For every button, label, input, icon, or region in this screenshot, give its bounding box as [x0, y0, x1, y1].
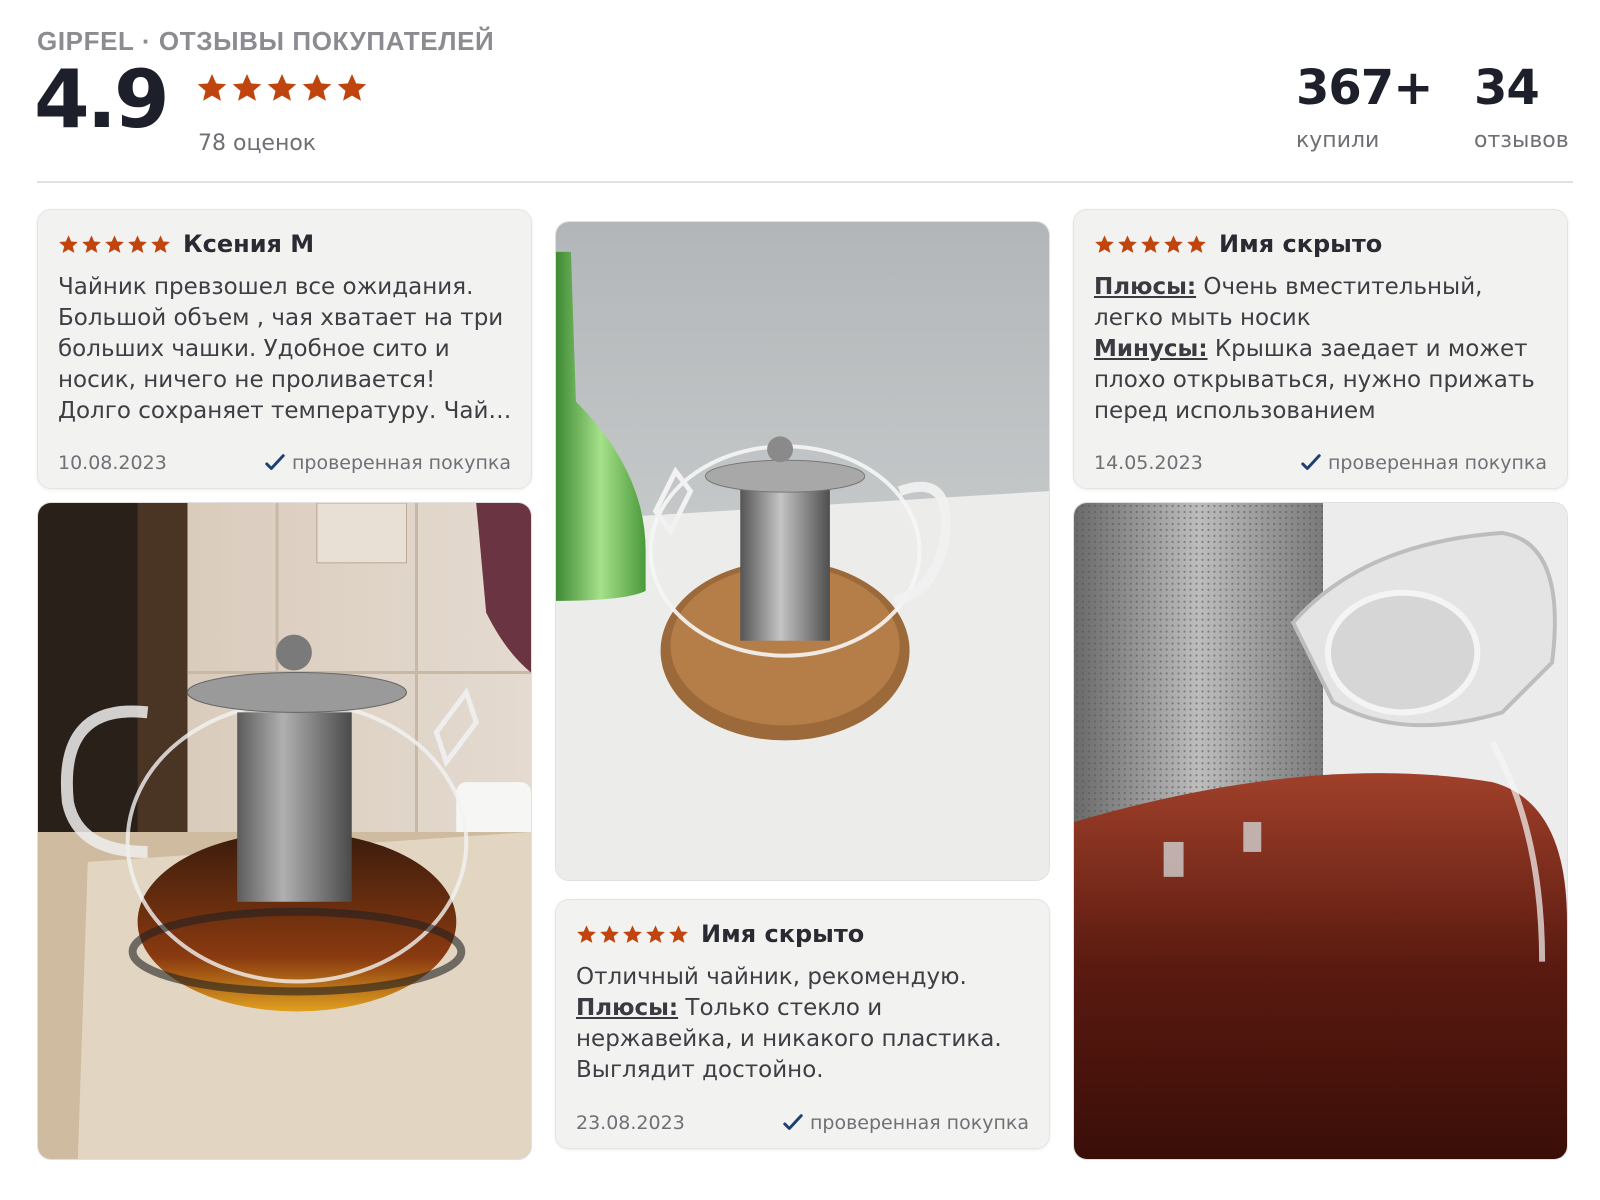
- star-icon: [197, 74, 227, 101]
- star-icon: [669, 924, 688, 943]
- star-icon: [82, 234, 101, 253]
- verified-badge: проверенная покупка: [782, 1112, 1029, 1134]
- checkmark-icon: [1301, 454, 1321, 470]
- star-icon: [1164, 234, 1183, 253]
- star-icon: [59, 234, 78, 253]
- pros-label: Плюсы:: [1094, 274, 1197, 300]
- checkmark-icon: [265, 454, 285, 470]
- teapot-photo: [556, 222, 1049, 880]
- bought-value: 367+: [1296, 60, 1433, 116]
- star-icon: [1187, 234, 1206, 253]
- review-author: Ксения М: [183, 230, 315, 258]
- review-pros: Плюсы: Только стекло и нержавейка, и ник…: [576, 993, 1031, 1086]
- review-intro: Отличный чайник, рекомендую.: [576, 964, 967, 990]
- review-photo[interactable]: [37, 502, 532, 1160]
- ratings-count: 78 оценок: [198, 131, 317, 156]
- verified-badge: проверенная покупка: [264, 452, 511, 474]
- review-author: Имя скрыто: [1219, 230, 1383, 258]
- verified-label: проверенная покупка: [809, 1112, 1029, 1134]
- star-icon: [232, 74, 262, 101]
- reviews-label: отзывов: [1474, 128, 1569, 153]
- review-text: Чайник превзошел все ожидания. Большой о…: [58, 272, 513, 427]
- star-icon: [151, 234, 170, 253]
- bought-label: купили: [1296, 128, 1380, 153]
- star-icon: [1095, 234, 1114, 253]
- star-icon: [337, 74, 367, 101]
- star-icon: [105, 234, 124, 253]
- review-header: Ксения М: [58, 230, 314, 258]
- teapot-photo: [38, 503, 531, 1159]
- star-icon: [577, 924, 596, 943]
- star-icon: [1118, 234, 1137, 253]
- review-footer: 23.08.2023 проверенная покупка: [576, 1112, 1029, 1134]
- checkmark-icon: [783, 1114, 803, 1130]
- review-stars: [576, 924, 689, 945]
- review-card[interactable]: Имя скрыто Отличный чайник, рекомендую. …: [555, 899, 1050, 1149]
- pros-label: Плюсы:: [576, 995, 679, 1021]
- star-icon: [600, 924, 619, 943]
- bought-stat: 367+ купили: [1296, 60, 1433, 153]
- review-date: 10.08.2023: [58, 452, 167, 474]
- review-stars: [58, 234, 171, 255]
- reviews-stat: 34 отзывов: [1474, 64, 1569, 153]
- review-photo[interactable]: [1073, 502, 1568, 1160]
- review-header: Имя скрыто: [1094, 230, 1382, 258]
- review-text: Плюсы: Очень вместительный, легко мыть н…: [1094, 272, 1549, 427]
- review-stars: [1094, 234, 1207, 255]
- review-card[interactable]: Ксения М Чайник превзошел все ожидания. …: [37, 209, 532, 489]
- star-icon: [128, 234, 147, 253]
- cons-label: Минусы:: [1094, 336, 1208, 362]
- average-rating: 4.9: [34, 53, 170, 146]
- review-cons: Минусы: Крышка заедает и может плохо отк…: [1094, 334, 1549, 427]
- review-header: Имя скрыто: [576, 920, 864, 948]
- verified-label: проверенная покупка: [291, 452, 511, 474]
- review-footer: 14.05.2023 проверенная покупка: [1094, 452, 1547, 474]
- review-author: Имя скрыто: [701, 920, 865, 948]
- star-icon: [302, 74, 332, 101]
- verified-badge: проверенная покупка: [1300, 452, 1547, 474]
- review-photo[interactable]: [555, 221, 1050, 881]
- review-body: Чайник превзошел все ожидания. Большой о…: [58, 274, 504, 424]
- review-date: 23.08.2023: [576, 1112, 685, 1134]
- star-icon: [646, 924, 665, 943]
- verified-label: проверенная покупка: [1327, 452, 1547, 474]
- review-text: Отличный чайник, рекомендую. Плюсы: Толь…: [576, 962, 1031, 1086]
- star-icon: [1141, 234, 1160, 253]
- review-date: 14.05.2023: [1094, 452, 1203, 474]
- teapot-photo: [1074, 503, 1567, 1159]
- star-icon: [623, 924, 642, 943]
- header-divider: [37, 181, 1573, 183]
- star-icon: [267, 74, 297, 101]
- reviews-value: 34: [1474, 60, 1540, 116]
- review-footer: 10.08.2023 проверенная покупка: [58, 452, 511, 474]
- review-pros: Плюсы: Очень вместительный, легко мыть н…: [1094, 272, 1549, 334]
- rating-stars: [196, 72, 368, 104]
- review-card[interactable]: Имя скрыто Плюсы: Очень вместительный, л…: [1073, 209, 1568, 489]
